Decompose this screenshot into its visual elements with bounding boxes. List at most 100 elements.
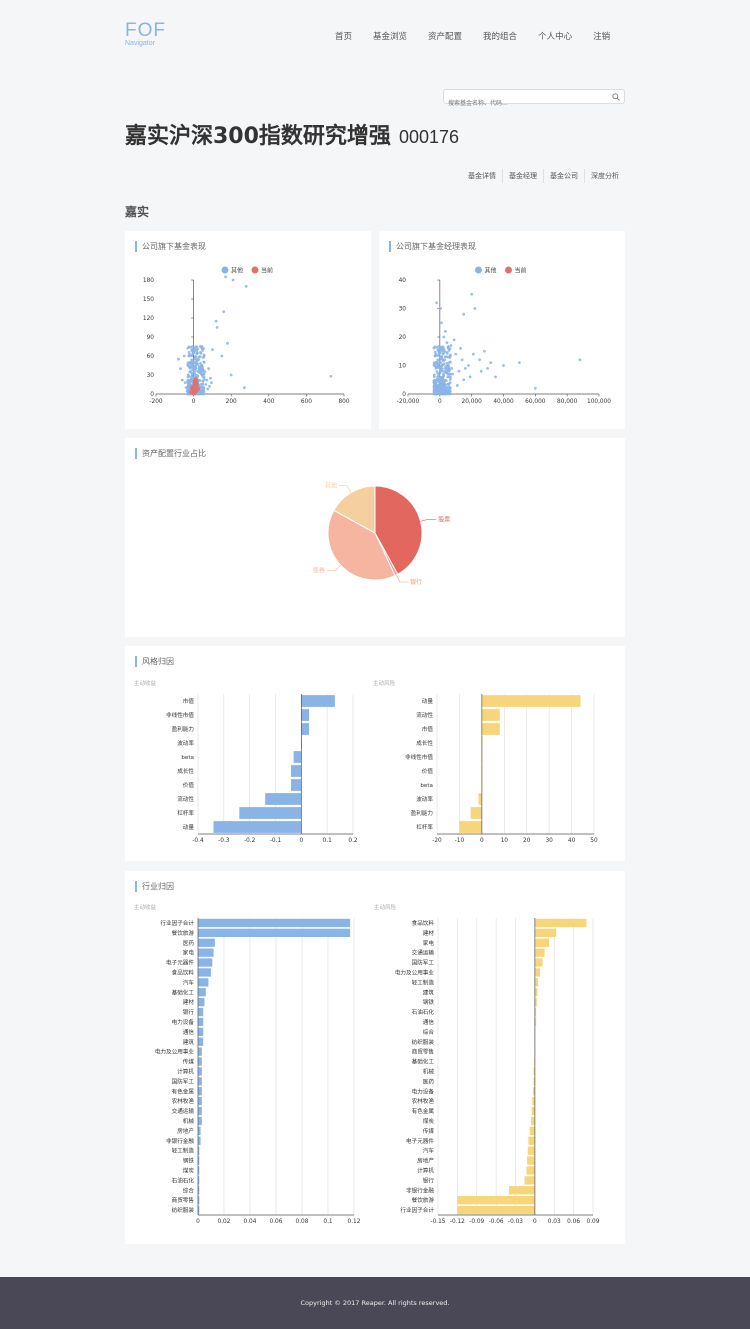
category-label: 煤炭	[183, 1166, 195, 1174]
scatter-point-other	[502, 364, 505, 367]
scatter-point-other	[200, 372, 203, 376]
x-tick-label: -200	[149, 399, 162, 405]
scatter-point-other	[445, 379, 448, 383]
scatter-point-other	[186, 361, 190, 365]
sub-tabs: 基金详情 基金经理 基金公司 深度分析	[462, 169, 625, 183]
x-tick-label: 0	[480, 838, 484, 844]
bar	[481, 723, 500, 735]
card-title: 资产配置行业占比	[135, 448, 206, 459]
allocation-card: 资产配置行业占比 股票 银行 债券 其他	[125, 438, 625, 637]
scatter-point-other	[432, 375, 436, 379]
category-label: 轻工制造	[412, 978, 435, 986]
scatter-point-other	[440, 376, 443, 380]
nav-item-personal-center[interactable]: 个人中心	[538, 30, 572, 42]
tab-fund-company[interactable]: 基金公司	[543, 169, 584, 183]
category-label: 行业因子合计	[400, 1206, 434, 1214]
category-label: 轻工制造	[172, 1147, 195, 1155]
scatter-point-other	[463, 366, 467, 370]
category-label: 银行	[183, 1008, 195, 1016]
scatter-point-other	[188, 353, 192, 356]
scatter-point-other	[202, 378, 206, 381]
scatter-point-other	[195, 349, 199, 353]
scatter-point-other	[329, 374, 333, 378]
scatter-point-other	[449, 360, 452, 364]
pie-label-line	[339, 485, 352, 493]
category-label: 餐饮旅游	[412, 1196, 435, 1204]
x-tick-label: -20,000	[397, 399, 420, 405]
scatter-point-other	[186, 346, 190, 350]
y-tick-label: 0	[150, 392, 154, 398]
category-label: 医药	[423, 1077, 435, 1085]
scatter-point-other	[180, 378, 184, 382]
scatter-point-other	[220, 354, 224, 358]
fund-performance-card: 公司旗下基金表现 其他 当前 -200 0 200 400 600 800 0 30 60 90 120…	[125, 231, 371, 429]
scatter-point-other	[226, 341, 229, 345]
x-tick-label: -0.3	[218, 838, 230, 844]
x-tick-label: 10	[501, 838, 509, 844]
x-tick-label: 200	[226, 399, 237, 405]
category-label: 非银行金融	[166, 1137, 194, 1145]
tab-fund-detail[interactable]: 基金详情	[462, 169, 502, 183]
scatter-point-other	[470, 292, 474, 296]
scatter-point-other	[440, 321, 443, 325]
scatter-point-other	[436, 375, 440, 379]
style-attribution-card: 风格归因 主动收益 -0.4 -0.3 -0.2 -0.1 0 0.1 0.2 市值 非线性市值盈…	[125, 646, 625, 861]
scatter-point-other	[432, 361, 436, 365]
nav-item-logout[interactable]: 注销	[593, 30, 610, 42]
chart-subtitle: 主动收益	[134, 679, 157, 687]
pie-slice-label: 银行	[410, 578, 422, 586]
category-label: 房地产	[177, 1127, 194, 1135]
scatter-point-other	[437, 383, 441, 387]
category-label: 电子元器件	[406, 1137, 434, 1145]
category-label: 商贸零售	[412, 1048, 435, 1056]
scatter-point-other	[445, 389, 449, 393]
scatter-point-other	[202, 353, 206, 357]
x-tick-label: 0	[192, 399, 196, 405]
x-tick-label: 0.06	[270, 1219, 283, 1225]
scatter-point-other	[447, 349, 451, 352]
category-label: 基础化工	[172, 988, 195, 996]
scatter-point-other	[494, 375, 497, 379]
x-tick-label: 60,000	[525, 399, 546, 405]
scatter-point-other	[459, 347, 462, 350]
category-label: 盈利能力	[172, 725, 195, 733]
scatter-point-other	[198, 367, 202, 371]
search-input[interactable]	[444, 97, 604, 110]
scatter-point-other	[192, 371, 195, 375]
nav-item-home[interactable]: 首页	[335, 30, 352, 42]
nav-item-fund-browse[interactable]: 基金浏览	[373, 30, 407, 42]
category-label: 电子元器件	[166, 959, 194, 967]
scatter-point-other	[444, 367, 448, 371]
bar	[198, 968, 211, 977]
bar	[534, 968, 541, 977]
category-label: beta	[420, 783, 433, 789]
scatter-point-other	[202, 386, 206, 390]
x-tick-label: 50	[590, 838, 598, 844]
scatter-point-other	[202, 372, 206, 376]
search-icon[interactable]	[612, 93, 620, 101]
tab-fund-manager[interactable]: 基金经理	[502, 169, 543, 183]
scatter-point-other	[437, 386, 441, 390]
scatter-point-other	[479, 369, 483, 373]
bar	[457, 1195, 535, 1205]
scatter-point-other	[214, 319, 218, 323]
y-tick-label: 150	[143, 297, 154, 303]
x-tick-label: -20	[432, 838, 442, 844]
x-tick-label: 400	[263, 399, 274, 405]
tab-deep-analysis[interactable]: 深度分析	[584, 169, 625, 183]
category-label: 基础化工	[412, 1058, 435, 1066]
bar	[481, 695, 581, 707]
scatter-point-other	[447, 369, 451, 373]
category-label: 农林牧渔	[172, 1097, 195, 1105]
scatter-point-other	[436, 390, 440, 394]
scatter-point-other	[194, 355, 197, 359]
nav-item-asset-allocation[interactable]: 资产配置	[428, 30, 462, 42]
nav-item-my-portfolio[interactable]: 我的组合	[483, 30, 517, 42]
bar	[239, 807, 302, 819]
logo[interactable]: FOF Navigator	[125, 20, 166, 47]
scatter-point-other	[441, 349, 445, 353]
bar	[459, 821, 482, 833]
category-label: 传媒	[423, 1127, 435, 1135]
fund-code: 000176	[398, 127, 460, 147]
category-label: 波动率	[177, 739, 194, 747]
